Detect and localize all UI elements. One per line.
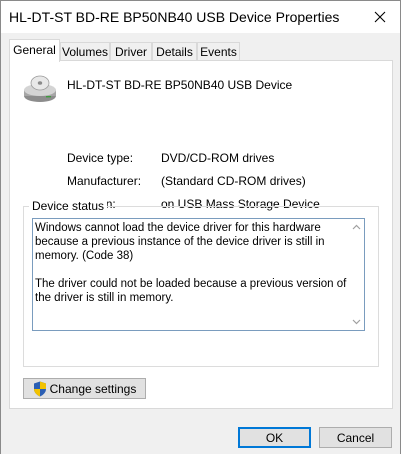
device-type-label: Device type: <box>67 151 134 165</box>
tab-details[interactable]: Details <box>152 42 197 60</box>
manufacturer-label: Manufacturer: <box>67 174 142 188</box>
chevron-down-icon <box>352 319 360 325</box>
tab-details-label: Details <box>156 45 193 59</box>
optical-drive-icon <box>24 75 56 102</box>
scroll-up-button[interactable] <box>351 222 361 232</box>
close-button[interactable] <box>368 5 392 29</box>
tab-events[interactable]: Events <box>197 42 240 60</box>
close-icon <box>374 11 386 23</box>
tab-driver-label: Driver <box>115 45 147 59</box>
tab-general-label: General <box>13 43 56 57</box>
change-settings-button[interactable]: Change settings <box>23 378 146 399</box>
tab-driver[interactable]: Driver <box>110 42 152 60</box>
cancel-label: Cancel <box>336 430 375 445</box>
ok-label: OK <box>265 430 284 445</box>
tab-events-label: Events <box>200 45 237 59</box>
device-status-textbox[interactable]: Windows cannot load the device driver fo… <box>32 218 365 331</box>
window-title: HL-DT-ST BD-RE BP50NB40 USB Device Prope… <box>9 9 340 25</box>
manufacturer-value: (Standard CD-ROM drives) <box>161 174 306 188</box>
dialog-client-area: General Volumes Driver Details Events HL… <box>1 33 400 454</box>
tab-general[interactable]: General <box>9 39 60 62</box>
change-settings-label: Change settings <box>49 381 137 396</box>
uac-shield-icon <box>33 381 46 396</box>
scroll-down-button[interactable] <box>351 317 361 327</box>
chevron-up-icon <box>352 224 360 230</box>
device-type-value: DVD/CD-ROM drives <box>161 151 275 165</box>
device-status-legend: Device status <box>29 199 108 213</box>
device-status-group: Device status Windows cannot load the de… <box>23 199 379 367</box>
properties-dialog: HL-DT-ST BD-RE BP50NB40 USB Device Prope… <box>0 0 401 454</box>
cancel-button[interactable]: Cancel <box>319 427 392 448</box>
tab-volumes-label: Volumes <box>61 45 109 59</box>
title-bar: HL-DT-ST BD-RE BP50NB40 USB Device Prope… <box>1 1 400 33</box>
device-name: HL-DT-ST BD-RE BP50NB40 USB Device <box>67 78 293 92</box>
ok-button[interactable]: OK <box>238 427 311 448</box>
tab-volumes[interactable]: Volumes <box>60 42 110 60</box>
device-status-text: Windows cannot load the device driver fo… <box>35 222 347 304</box>
general-tab-panel: HL-DT-ST BD-RE BP50NB40 USB Device Devic… <box>9 60 393 409</box>
